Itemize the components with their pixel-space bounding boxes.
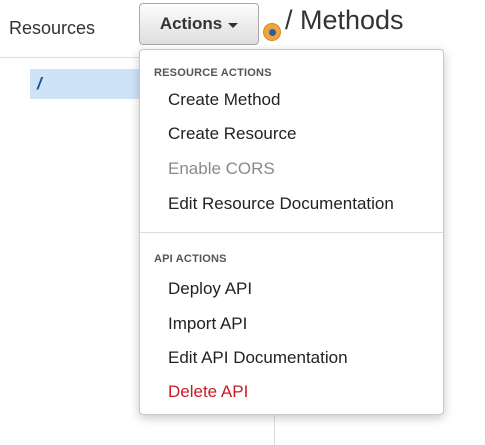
menu-item-edit-resource-documentation[interactable]: Edit Resource Documentation	[168, 194, 394, 214]
resource-path-label: /	[37, 74, 42, 93]
resource-tree-item-root[interactable]: /	[30, 69, 140, 99]
menu-item-delete-api[interactable]: Delete API	[168, 382, 248, 402]
resources-panel-divider	[0, 57, 140, 58]
section-header-api-actions: API ACTIONS	[154, 253, 227, 265]
actions-button[interactable]: Actions	[139, 3, 259, 45]
menu-item-edit-api-documentation[interactable]: Edit API Documentation	[168, 348, 348, 368]
section-header-resource-actions: RESOURCE ACTIONS	[154, 67, 272, 79]
menu-item-create-resource[interactable]: Create Resource	[168, 124, 297, 144]
actions-dropdown-menu: RESOURCE ACTIONS Create Method Create Re…	[139, 49, 444, 415]
menu-separator	[140, 232, 443, 233]
api-gateway-resources-page: Resources / Actions / Methods RESOURCE A…	[0, 0, 485, 445]
page-title: / Methods	[285, 5, 404, 35]
resources-panel-title: Resources	[9, 18, 96, 38]
menu-item-import-api[interactable]: Import API	[168, 314, 247, 334]
cursor-target-indicator-icon	[263, 23, 281, 41]
menu-item-deploy-api[interactable]: Deploy API	[168, 279, 252, 299]
actions-button-label: Actions	[159, 14, 223, 33]
caret-down-icon	[228, 22, 239, 28]
menu-item-create-method[interactable]: Create Method	[168, 90, 280, 110]
menu-item-enable-cors: Enable CORS	[168, 159, 275, 178]
indicator-center	[268, 28, 276, 36]
